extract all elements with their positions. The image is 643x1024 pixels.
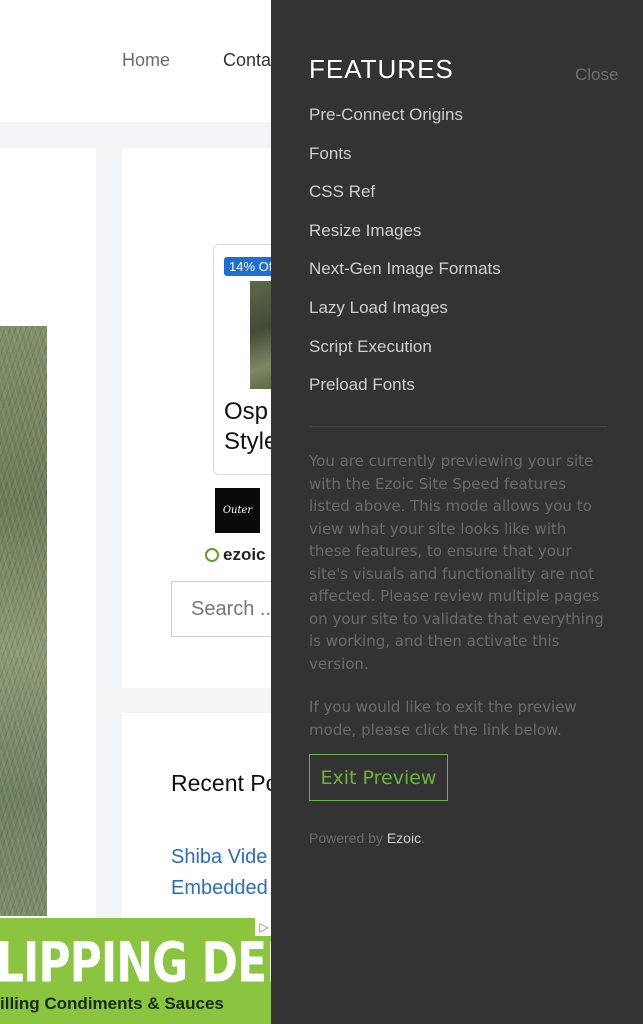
feature-list: Pre-Connect Origins Fonts CSS Ref Resize… xyxy=(309,104,501,413)
discount-badge: 14% Of xyxy=(224,257,278,276)
powered-by-label: Powered by xyxy=(309,830,383,846)
product-title-line2: Style xyxy=(224,428,278,455)
feature-item-lazy-load-images[interactable]: Lazy Load Images xyxy=(309,297,501,336)
feature-item-css-ref[interactable]: CSS Ref xyxy=(309,181,501,220)
nav-home-link[interactable]: Home xyxy=(122,50,170,71)
banner-subtext: illing Condiments & Sauces xyxy=(0,994,224,1013)
ezoic-icon xyxy=(205,548,219,562)
features-drawer: FEATURES Close Pre-Connect Origins Fonts… xyxy=(271,0,643,1024)
product-title: Osp Style xyxy=(224,397,277,457)
ezoic-label: ezoic xyxy=(223,545,266,564)
nav-contact-link[interactable]: Conta xyxy=(223,50,271,71)
ezoic-link[interactable]: Ezoic xyxy=(387,830,421,846)
feature-item-pre-connect-origins[interactable]: Pre-Connect Origins xyxy=(309,104,501,143)
feature-item-next-gen-image-formats[interactable]: Next-Gen Image Formats xyxy=(309,258,501,297)
preview-description: You are currently previewing your site w… xyxy=(309,452,604,673)
exit-preview-button[interactable]: Exit Preview xyxy=(309,754,448,801)
article-image xyxy=(0,326,47,916)
exit-instructions: If you would like to exit the preview mo… xyxy=(309,698,577,739)
ezoic-logo: ezoic xyxy=(205,545,266,565)
product-title-line1: Osp xyxy=(224,398,269,425)
banner-headline: LIPPING DELICIOUS xyxy=(0,931,275,996)
recent-posts-title: Recent Po xyxy=(171,770,279,796)
recent-post-link-line1[interactable]: Shiba Vide xyxy=(171,842,268,873)
recent-post-link[interactable]: Shiba Vide Embedded xyxy=(171,842,268,904)
brand-logo[interactable]: Outer xyxy=(215,488,260,533)
powered-by: Powered by Ezoic. xyxy=(309,830,425,846)
bottom-banner-ad[interactable]: LIPPING DELICIOUS illing Condiments & Sa… xyxy=(0,918,275,1024)
feature-item-resize-images[interactable]: Resize Images xyxy=(309,220,501,259)
divider xyxy=(309,426,607,427)
feature-item-fonts[interactable]: Fonts xyxy=(309,143,501,182)
recent-post-link-line2[interactable]: Embedded xyxy=(171,873,268,904)
close-button[interactable]: Close xyxy=(575,65,618,85)
drawer-title: FEATURES xyxy=(309,54,454,84)
feature-item-preload-fonts[interactable]: Preload Fonts xyxy=(309,374,501,413)
powered-by-suffix: . xyxy=(421,830,425,846)
feature-item-script-execution[interactable]: Script Execution xyxy=(309,336,501,375)
